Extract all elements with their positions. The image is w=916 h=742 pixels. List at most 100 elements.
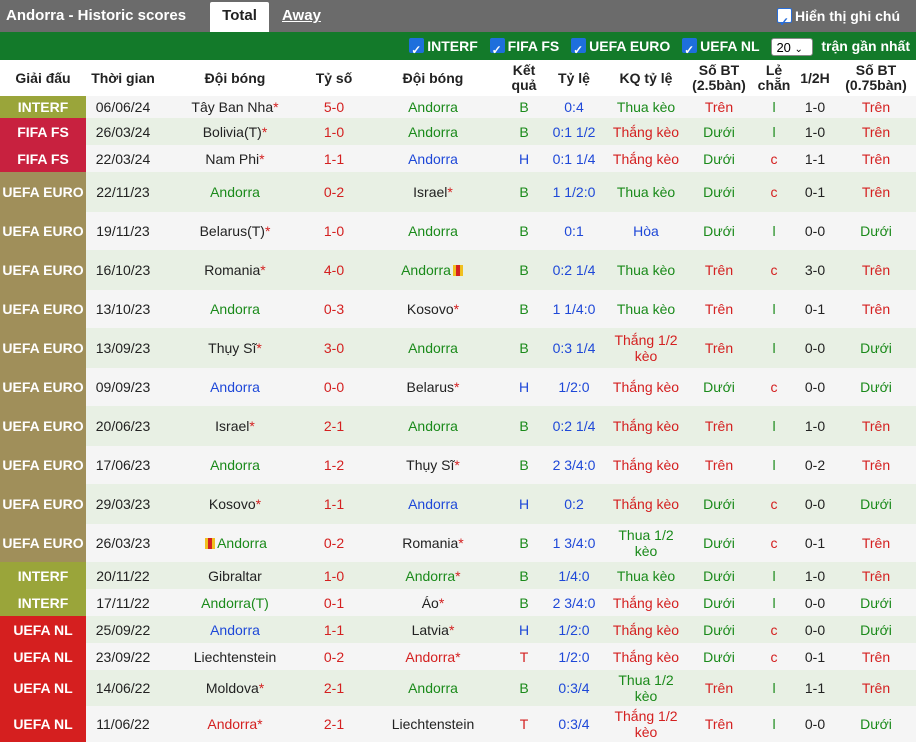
filter-uefa-nl[interactable]: UEFA NL — [682, 36, 760, 64]
team-name[interactable]: Tây Ban Nha* — [191, 99, 278, 115]
team-name[interactable]: Latvia* — [412, 622, 455, 638]
half-time-score: 0-0 — [794, 368, 836, 406]
team-name[interactable]: Romania* — [204, 262, 265, 278]
table-row[interactable]: UEFA EURO 13/10/23 Andorra 0-3 Kosovo* B 1 1/4… — [0, 290, 916, 328]
table-row[interactable]: UEFA EURO 13/09/23 Thụy Sĩ* 3-0 Andorra B 0:3 … — [0, 328, 916, 368]
team-name[interactable]: Andorra — [401, 262, 465, 278]
team-name[interactable]: Andorra — [408, 99, 458, 115]
result: H — [508, 484, 540, 524]
team-label: Andorra — [207, 716, 258, 732]
tab-total[interactable]: Total — [210, 2, 269, 32]
table-row[interactable]: FIFA FS 22/03/24 Nam Phi* 1-1 Andorra H 0:1 1/… — [0, 145, 916, 172]
score: 1-0 — [310, 118, 358, 145]
team-name[interactable]: Andorra — [210, 622, 260, 638]
result: B — [508, 562, 540, 589]
checkbox-icon[interactable] — [682, 36, 698, 64]
table-row[interactable]: UEFA NL 11/06/22 Andorra* 2-1 Liechtenstein T… — [0, 706, 916, 742]
team-name[interactable]: Andorra — [408, 124, 458, 140]
team-name[interactable]: Moldova* — [206, 680, 264, 696]
score: 4-0 — [310, 250, 358, 290]
team-name[interactable]: Áo* — [422, 595, 445, 611]
column-header: Tỷ lệ — [540, 60, 608, 96]
team-label: Moldova — [205, 680, 259, 696]
home-team: Andorra — [160, 616, 310, 643]
table-row[interactable]: UEFA EURO 29/03/23 Kosovo* 1-1 Andorra H 0:2 Th… — [0, 484, 916, 524]
team-name[interactable]: Romania* — [402, 535, 463, 551]
result: B — [508, 172, 540, 212]
score: 0-0 — [310, 368, 358, 406]
team-name[interactable]: Andorra — [210, 379, 260, 395]
team-name[interactable]: Andorra — [210, 457, 260, 473]
team-name[interactable]: Kosovo* — [407, 301, 459, 317]
team-label: Kosovo — [406, 301, 454, 317]
team-name[interactable]: Gibraltar — [208, 568, 262, 584]
card-icon — [205, 538, 216, 549]
home-team: Gibraltar — [160, 562, 310, 589]
half-time-score: 1-0 — [794, 96, 836, 118]
handicap-result: Thắng kèo — [608, 589, 684, 616]
table-row[interactable]: INTERF 06/06/24 Tây Ban Nha* 5-0 Andorra B 0:4… — [0, 96, 916, 118]
table-row[interactable]: UEFA EURO 09/09/23 Andorra 0-0 Belarus* H 1/2:… — [0, 368, 916, 406]
checkbox-icon[interactable] — [777, 6, 792, 38]
team-name[interactable]: Israel* — [413, 184, 453, 200]
over-under: Trên — [684, 328, 754, 368]
checkbox-icon[interactable] — [489, 36, 505, 64]
team-name[interactable]: Andorra — [408, 151, 458, 167]
handicap-result: Thắng kèo — [608, 118, 684, 145]
table-row[interactable]: UEFA EURO 16/10/23 Romania* 4-0 Andorra B 0:2 … — [0, 250, 916, 290]
team-name[interactable]: Andorra* — [405, 649, 460, 665]
table-row[interactable]: UEFA EURO 26/03/23 Andorra 0-2 Romania* B 1 3/… — [0, 524, 916, 562]
match-count-select[interactable]: 20 ⌄ — [771, 38, 814, 57]
team-name[interactable]: Andorra — [408, 680, 458, 696]
team-name[interactable]: Israel* — [215, 418, 255, 434]
table-row[interactable]: UEFA NL 14/06/22 Moldova* 2-1 Andorra B 0:3/4 T… — [0, 670, 916, 706]
team-name[interactable]: Andorra — [408, 223, 458, 239]
team-name[interactable]: Bolivia(T)* — [203, 124, 268, 140]
team-name[interactable]: Andorra — [217, 535, 267, 551]
team-name[interactable]: Kosovo* — [209, 496, 261, 512]
team-name[interactable]: Belarus* — [407, 379, 460, 395]
team-name[interactable]: Thụy Sĩ* — [208, 340, 262, 356]
home-team: Andorra — [160, 290, 310, 328]
result: B — [508, 670, 540, 706]
table-row[interactable]: UEFA NL 23/09/22 Liechtenstein 0-2 Andorra* T… — [0, 643, 916, 670]
team-name[interactable]: Liechtenstein — [392, 716, 475, 732]
over-under: Dưới — [684, 172, 754, 212]
over-under-075: Trên — [836, 524, 916, 562]
team-name[interactable]: Thụy Sĩ* — [406, 457, 460, 473]
team-name[interactable]: Andorra — [408, 496, 458, 512]
team-name[interactable]: Andorra — [210, 301, 260, 317]
away-team: Andorra — [358, 406, 508, 446]
match-date: 06/06/24 — [86, 96, 160, 118]
odd-even: c — [754, 484, 794, 524]
team-name[interactable]: Andorra* — [207, 716, 262, 732]
tab-away[interactable]: Away — [282, 2, 321, 32]
filter-fifa-fs[interactable]: FIFA FS — [489, 36, 559, 64]
filter-interf[interactable]: INTERF — [409, 36, 478, 64]
table-row[interactable]: INTERF 20/11/22 Gibraltar 1-0 Andorra* B 1/4:0… — [0, 562, 916, 589]
team-name[interactable]: Andorra(T) — [201, 595, 269, 611]
team-name[interactable]: Andorra* — [405, 568, 460, 584]
table-row[interactable]: UEFA EURO 19/11/23 Belarus(T)* 1-0 Andorra B 0… — [0, 212, 916, 250]
table-row[interactable]: UEFA EURO 20/06/23 Israel* 2-1 Andorra B 0:2 1… — [0, 406, 916, 446]
table-row[interactable]: UEFA EURO 17/06/23 Andorra 1-2 Thụy Sĩ* B 2 3/… — [0, 446, 916, 484]
table-row[interactable]: FIFA FS 26/03/24 Bolivia(T)* 1-0 Andorra B 0:1… — [0, 118, 916, 145]
team-name[interactable]: Nam Phi* — [205, 151, 264, 167]
checkbox-icon[interactable] — [571, 36, 587, 64]
team-name[interactable]: Belarus(T)* — [200, 223, 271, 239]
team-name[interactable]: Liechtenstein — [194, 649, 277, 665]
table-row[interactable]: UEFA NL 25/09/22 Andorra 1-1 Latvia* H 1/2:0 Th… — [0, 616, 916, 643]
home-marker: * — [255, 496, 262, 512]
handicap: 0:1 — [540, 212, 608, 250]
show-notes-toggle[interactable]: Hiển thị ghi chú — [777, 0, 900, 38]
team-name[interactable]: Andorra — [408, 418, 458, 434]
home-marker: * — [455, 648, 461, 665]
table-row[interactable]: UEFA EURO 22/11/23 Andorra 0-2 Israel* B 1 1/2… — [0, 172, 916, 212]
table-row[interactable]: INTERF 17/11/22 Andorra(T) 0-1 Áo* B 2 3/4:0 Th… — [0, 589, 916, 616]
over-under: Dưới — [684, 643, 754, 670]
checkbox-icon[interactable] — [409, 36, 425, 64]
filter-uefa-euro[interactable]: UEFA EURO — [571, 36, 670, 64]
team-name[interactable]: Andorra — [210, 184, 260, 200]
team-name[interactable]: Andorra — [408, 340, 458, 356]
away-team: Andorra* — [358, 562, 508, 589]
